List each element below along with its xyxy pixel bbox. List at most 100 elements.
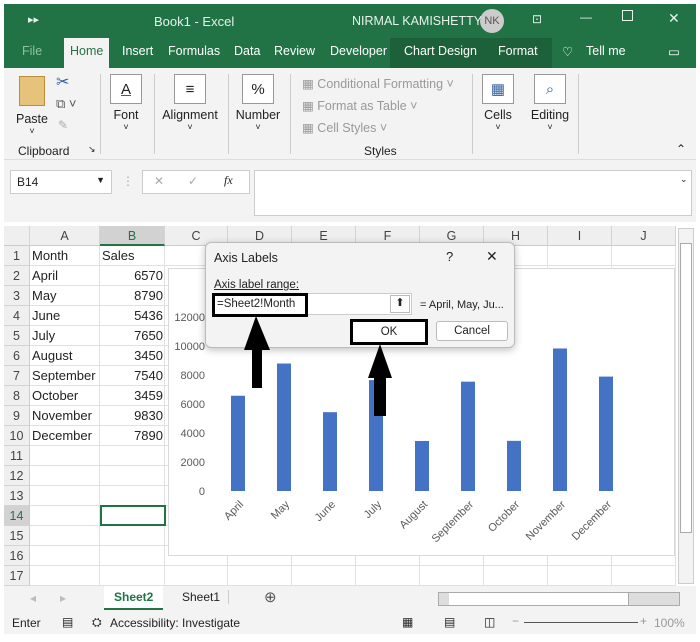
normal-view-icon[interactable]: ▦ [402,615,413,629]
next-sheet-icon[interactable]: ▸ [60,591,66,605]
column-header[interactable]: B [100,226,165,246]
enter-icon[interactable]: ✓ [188,174,198,188]
row-header[interactable]: 15 [4,526,30,546]
zoom-level[interactable]: 100% [654,616,685,630]
row-header[interactable]: 3 [4,286,30,306]
quick-access-icon[interactable]: ▸▸ [28,13,39,26]
tab-data[interactable]: Data [234,44,260,58]
bar-october[interactable] [507,440,521,491]
month-cell[interactable]: October [30,386,80,406]
column-header[interactable]: J [612,226,676,246]
sales-cell[interactable]: 3450 [100,346,165,366]
editing-button[interactable]: ⌕ Editing ˅ [530,74,570,132]
sales-cell[interactable]: 5436 [100,306,165,326]
row-header[interactable]: 4 [4,306,30,326]
row-header[interactable]: 5 [4,326,30,346]
zoom-in-button[interactable]: + [640,614,647,628]
month-cell[interactable]: August [30,346,74,366]
sales-cell[interactable]: 6570 [100,266,165,286]
cancel-icon[interactable]: ✕ [154,174,164,188]
bar-september[interactable] [461,381,475,491]
header-cell[interactable]: Month [30,246,70,266]
bar-august[interactable] [415,440,429,491]
row-header[interactable]: 8 [4,386,30,406]
row-header[interactable]: 2 [4,266,30,286]
month-cell[interactable]: December [30,426,94,446]
page-break-icon[interactable]: ◫ [484,615,495,629]
zoom-slider[interactable] [524,622,638,623]
sales-cell[interactable]: 9830 [100,406,165,426]
bar-december[interactable] [599,376,613,491]
comments-icon[interactable]: ▭ [668,44,680,59]
dialog-close-button[interactable]: ✕ [486,248,498,265]
expand-formula-icon[interactable]: ⌄ [680,174,688,185]
column-header[interactable]: A [30,226,100,246]
prev-sheet-icon[interactable]: ◂ [30,591,36,605]
help-button[interactable]: ? [446,249,453,264]
month-cell[interactable]: April [30,266,60,286]
name-box[interactable]: B14 ▼ [10,170,112,194]
horizontal-scrollbar[interactable] [438,592,680,606]
collapse-dialog-button[interactable]: ⬆ [390,295,410,313]
row-header[interactable]: 16 [4,546,30,566]
number-button[interactable]: % Number ˅ [234,74,282,132]
accessibility-icon[interactable]: ⛭ [92,615,102,630]
tab-formulas[interactable]: Formulas [168,44,220,58]
tell-me-search[interactable]: Tell me [586,44,626,58]
month-cell[interactable]: May [30,286,59,306]
cancel-button[interactable]: Cancel [436,321,508,341]
sales-cell[interactable]: 8790 [100,286,165,306]
tab-insert[interactable]: Insert [122,44,153,58]
cells-button[interactable]: ▦ Cells ˅ [480,74,516,132]
row-header[interactable]: 9 [4,406,30,426]
minimize-button[interactable]: — [580,10,592,24]
bar-june[interactable] [323,412,337,491]
month-cell[interactable]: September [30,366,98,386]
row-header[interactable]: 17 [4,566,30,586]
tab-chart-design[interactable]: Chart Design [404,44,477,58]
active-cell-b14[interactable] [100,505,166,526]
sales-cell[interactable]: 3459 [100,386,165,406]
paste-button[interactable]: Paste ˅ [16,76,48,136]
column-header[interactable]: I [548,226,612,246]
ribbon-display-icon[interactable]: ⊡ [532,12,542,26]
macro-icon[interactable]: ▤ [62,615,73,629]
tab-review[interactable]: Review [274,44,315,58]
copy-icon[interactable]: ⧉ ˅ [56,96,77,112]
cut-icon[interactable]: ✂ [56,72,69,92]
month-cell[interactable]: November [30,406,94,426]
sales-cell[interactable]: 7540 [100,366,165,386]
row-header[interactable]: 10 [4,426,30,446]
conditional-formatting-button[interactable]: ▦ Conditional Formatting ˅ [302,76,454,91]
close-button[interactable]: ✕ [668,10,680,27]
vertical-scrollbar[interactable] [678,228,694,584]
maximize-button[interactable] [622,10,633,21]
formula-input[interactable] [254,170,692,216]
alignment-button[interactable]: ≡ Alignment ˅ [160,74,220,132]
page-layout-icon[interactable]: ▤ [444,615,455,629]
format-as-table-button[interactable]: ▦ Format as Table ˅ [302,98,417,113]
header-cell[interactable]: Sales [100,246,137,266]
select-all[interactable] [4,226,30,246]
tab-developer[interactable]: Developer [330,44,387,58]
add-sheet-button[interactable]: ⊕ [264,588,277,606]
insert-function-button[interactable]: fx [224,173,233,188]
sales-cell[interactable]: 7890 [100,426,165,446]
row-header[interactable]: 11 [4,446,30,466]
tab-file[interactable]: File [22,44,42,58]
dialog-launcher-icon[interactable]: ↘ [88,144,96,155]
zoom-out-button[interactable]: − [512,614,519,628]
avatar[interactable]: NK [480,9,504,33]
row-header[interactable]: 13 [4,486,30,506]
tab-home[interactable]: Home [64,38,110,68]
month-cell[interactable]: June [30,306,62,326]
sheet-tab-sheet2[interactable]: Sheet2 [104,586,164,610]
bar-november[interactable] [553,348,567,491]
tab-format[interactable]: Format [498,44,538,58]
row-header[interactable]: 14 [4,506,30,526]
sales-cell[interactable]: 7650 [100,326,165,346]
sheet-tab-sheet1[interactable]: Sheet1 [174,590,230,604]
format-painter-icon[interactable]: ✎ [58,118,68,132]
row-header[interactable]: 12 [4,466,30,486]
font-button[interactable]: A Font ˅ [108,74,144,132]
